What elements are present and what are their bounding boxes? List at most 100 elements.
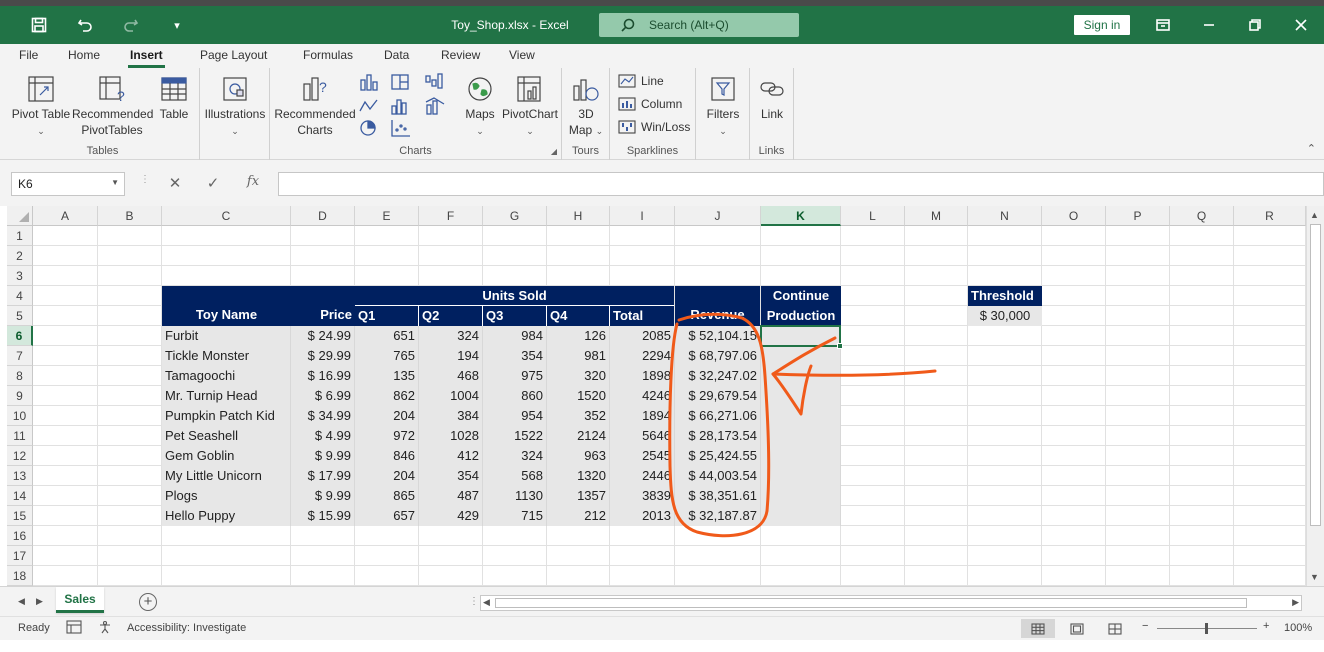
enter-icon[interactable]: ✓ <box>202 174 224 192</box>
cell-continue[interactable] <box>761 446 841 466</box>
add-sheet-icon[interactable]: + <box>139 593 157 611</box>
filters-button[interactable]: Filters ⌄ <box>700 74 746 139</box>
zoom-level[interactable]: 100% <box>1284 622 1312 634</box>
threshold-label[interactable]: Threshold <box>968 286 1042 306</box>
header-q1[interactable]: Q1 <box>355 306 419 326</box>
cell-revenue[interactable]: $ 68,797.06 <box>675 346 761 366</box>
row-header-15[interactable]: 15 <box>7 506 33 526</box>
statistic-chart-icon[interactable] <box>390 96 412 116</box>
vertical-scroll-thumb[interactable] <box>1310 224 1321 526</box>
cell-q4[interactable]: 320 <box>547 366 610 386</box>
cell-q1[interactable]: 657 <box>355 506 419 526</box>
column-header-m[interactable]: M <box>905 206 968 226</box>
cell-q3[interactable]: 984 <box>483 326 547 346</box>
threshold-value[interactable]: $ 30,000 <box>968 306 1042 326</box>
cell-price[interactable]: $ 6.99 <box>291 386 355 406</box>
header-revenue[interactable]: Revenue <box>675 286 760 326</box>
sparkline-line-button[interactable]: Line <box>618 74 664 88</box>
illustrations-button[interactable]: Illustrations ⌄ <box>202 74 268 139</box>
header-continue[interactable]: Continue <box>761 286 841 306</box>
row-header-14[interactable]: 14 <box>7 486 33 506</box>
close-icon[interactable] <box>1288 12 1314 38</box>
cell-revenue[interactable]: $ 29,679.54 <box>675 386 761 406</box>
cell-total[interactable]: 4246 <box>610 386 675 406</box>
search-box[interactable]: Search (Alt+Q) <box>599 13 799 37</box>
column-header-f[interactable]: F <box>419 206 483 226</box>
cell-q2[interactable]: 194 <box>419 346 483 366</box>
tab-file[interactable]: File <box>19 48 38 62</box>
horizontal-scroll-thumb[interactable] <box>495 598 1247 608</box>
cell-q3[interactable]: 975 <box>483 366 547 386</box>
cell-q3[interactable]: 1130 <box>483 486 547 506</box>
chevron-down-icon[interactable]: ▼ <box>111 178 119 187</box>
cell-revenue[interactable]: $ 32,187.87 <box>675 506 761 526</box>
row-header-6[interactable]: 6 <box>7 326 33 346</box>
column-header-h[interactable]: H <box>547 206 610 226</box>
cell-q2[interactable]: 384 <box>419 406 483 426</box>
cell-price[interactable]: $ 15.99 <box>291 506 355 526</box>
cell-q4[interactable]: 1357 <box>547 486 610 506</box>
column-chart-icon[interactable] <box>358 72 380 92</box>
normal-view-icon[interactable] <box>1021 619 1055 638</box>
save-icon[interactable] <box>26 12 52 38</box>
cell-q4[interactable]: 981 <box>547 346 610 366</box>
cell-name[interactable]: Pumpkin Patch Kid <box>162 406 291 426</box>
column-header-o[interactable]: O <box>1042 206 1106 226</box>
cell-q3[interactable]: 1522 <box>483 426 547 446</box>
cell-q1[interactable]: 204 <box>355 466 419 486</box>
row-header-8[interactable]: 8 <box>7 366 33 386</box>
row-header-9[interactable]: 9 <box>7 386 33 406</box>
cell-total[interactable]: 2446 <box>610 466 675 486</box>
cell-q2[interactable]: 1028 <box>419 426 483 446</box>
horizontal-scrollbar[interactable]: ◀ ▶ <box>480 595 1302 611</box>
insert-function-icon[interactable]: fx <box>242 174 264 189</box>
column-header-e[interactable]: E <box>355 206 419 226</box>
cell-name[interactable]: Hello Puppy <box>162 506 291 526</box>
cell-q1[interactable]: 765 <box>355 346 419 366</box>
recommended-pivottables-button[interactable]: ? Recommended PivotTables <box>72 74 153 138</box>
cell-revenue[interactable]: $ 66,271.06 <box>675 406 761 426</box>
cell-q1[interactable]: 865 <box>355 486 419 506</box>
maps-button[interactable]: Maps ⌄ <box>460 74 500 139</box>
combo-chart-icon[interactable] <box>424 96 446 116</box>
cell-q3[interactable]: 354 <box>483 346 547 366</box>
cell-revenue[interactable]: $ 32,247.02 <box>675 366 761 386</box>
cell-q1[interactable]: 651 <box>355 326 419 346</box>
cell-q3[interactable]: 715 <box>483 506 547 526</box>
sheet-tab-sales[interactable]: Sales <box>56 587 104 613</box>
column-header-n[interactable]: N <box>968 206 1042 226</box>
header-q2[interactable]: Q2 <box>419 306 483 326</box>
formula-input[interactable] <box>278 172 1324 196</box>
tab-page-layout[interactable]: Page Layout <box>200 48 267 62</box>
cell-continue[interactable] <box>761 366 841 386</box>
column-header-k[interactable]: K <box>761 206 841 226</box>
cancel-icon[interactable]: ✕ <box>164 174 186 192</box>
column-header-p[interactable]: P <box>1106 206 1170 226</box>
cell-q1[interactable]: 862 <box>355 386 419 406</box>
worksheet-grid[interactable]: ABCDEFGHIJKLMNOPQR 1 2 3 4 5 6 7 8 9 10 11 12 13 14 15… <box>7 206 1306 586</box>
cell-name[interactable]: Tamagoochi <box>162 366 291 386</box>
header-production[interactable]: Production <box>761 306 841 326</box>
row-header-17[interactable]: 17 <box>7 546 33 566</box>
cell-q1[interactable]: 135 <box>355 366 419 386</box>
scroll-right-icon[interactable]: ▶ <box>1292 597 1299 608</box>
cell-continue[interactable] <box>761 506 841 526</box>
cell-price[interactable]: $ 34.99 <box>291 406 355 426</box>
cell-q3[interactable]: 568 <box>483 466 547 486</box>
cell-q4[interactable]: 126 <box>547 326 610 346</box>
pivot-table-button[interactable]: Pivot Table ⌄ <box>8 74 74 139</box>
cell-q3[interactable]: 954 <box>483 406 547 426</box>
zoom-out-icon[interactable]: − <box>1142 620 1148 632</box>
cell-q2[interactable]: 354 <box>419 466 483 486</box>
scroll-left-icon[interactable]: ◀ <box>483 597 490 608</box>
cell-q4[interactable]: 2124 <box>547 426 610 446</box>
cell-q2[interactable]: 468 <box>419 366 483 386</box>
cell-continue[interactable] <box>761 466 841 486</box>
cell-price[interactable]: $ 24.99 <box>291 326 355 346</box>
row-header-12[interactable]: 12 <box>7 446 33 466</box>
cell-q4[interactable]: 1520 <box>547 386 610 406</box>
next-sheet-icon[interactable]: ▶ <box>36 596 43 607</box>
cell-q2[interactable]: 324 <box>419 326 483 346</box>
cell-total[interactable]: 2294 <box>610 346 675 366</box>
cell-total[interactable]: 1898 <box>610 366 675 386</box>
